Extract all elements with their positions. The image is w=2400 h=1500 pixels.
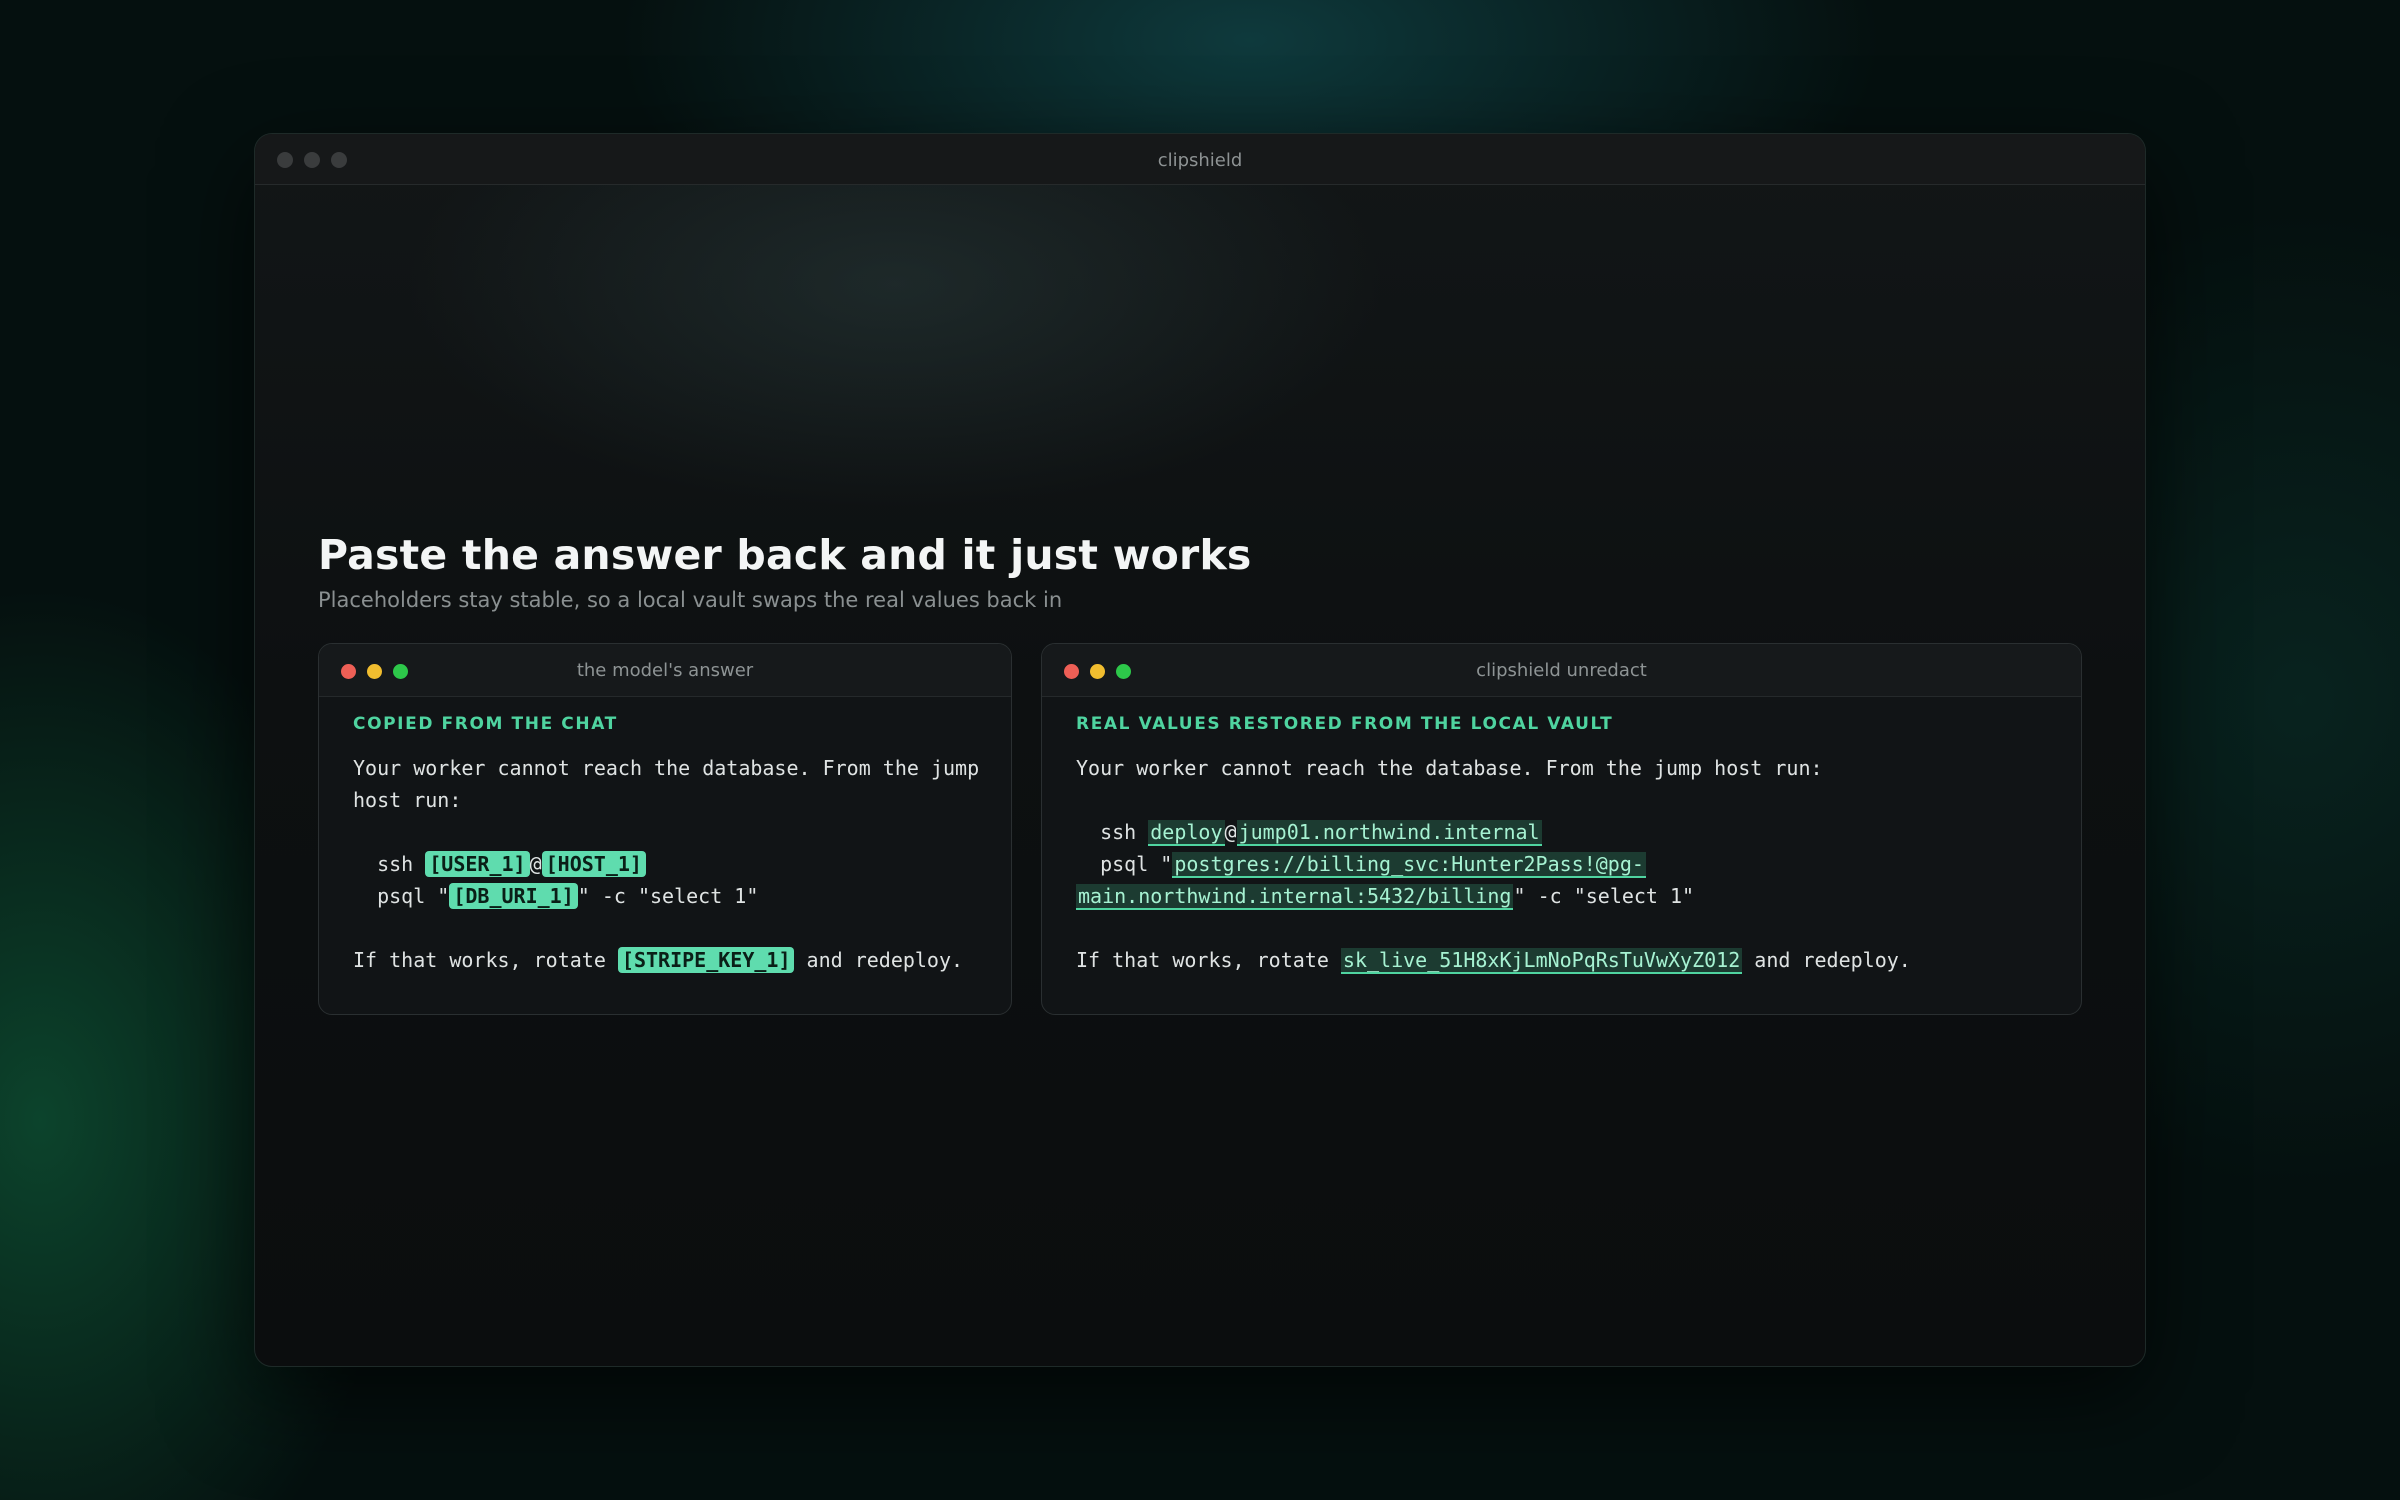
code-text: " -c "select 1" bbox=[577, 884, 759, 908]
section-label: COPIED FROM THE CHAT bbox=[353, 714, 618, 734]
psql-command-line: psql " postgres://billing_svc:Hunter2Pass… bbox=[1076, 848, 2051, 880]
placeholder-token-db-uri: [DB_URI_1] bbox=[449, 883, 578, 909]
psql-command-line-cont: main.northwind.internal:5432/billing " -c… bbox=[1076, 880, 2051, 912]
code-text: psql " bbox=[1076, 852, 1173, 876]
placeholder-token-user: [USER_1] bbox=[425, 851, 530, 877]
code-text: @ bbox=[529, 852, 542, 876]
unredact-title: clipshield unredact bbox=[1476, 660, 1647, 681]
code-text: ssh bbox=[353, 852, 426, 876]
code-text: If that works, rotate bbox=[353, 948, 618, 972]
code-text: and redeploy. bbox=[794, 948, 964, 972]
unredact-body[interactable]: REAL VALUES RESTORED FROM THE LOCAL VAUL… bbox=[1076, 712, 2051, 976]
placeholder-token-host: [HOST_1] bbox=[541, 851, 646, 877]
model-answer-panel: the model's answer COPIED FROM THE CHAT … bbox=[318, 643, 1012, 1015]
page-title: Paste the answer back and it just works bbox=[318, 531, 1252, 579]
restored-value-user: deploy bbox=[1148, 820, 1225, 846]
ssh-command-line: ssh [USER_1] @ [HOST_1] bbox=[353, 848, 981, 880]
model-answer-title: the model's answer bbox=[576, 660, 754, 681]
restored-value-host: jump01.northwind.internal bbox=[1236, 820, 1542, 846]
answer-line: host run: bbox=[353, 788, 462, 812]
unredact-panel: clipshield unredact REAL VALUES RESTORED… bbox=[1041, 643, 2082, 1015]
page-subtitle: Placeholders stay stable, so a local vau… bbox=[318, 588, 1063, 612]
code-text: and redeploy. bbox=[1742, 948, 1911, 972]
ssh-command-line: ssh deploy @ jump01.northwind.internal bbox=[1076, 816, 2051, 848]
rotate-line: If that works, rotate sk_live_51H8xKjLmN… bbox=[1076, 944, 2051, 976]
placeholder-token-stripe-key: [STRIPE_KEY_1] bbox=[617, 947, 795, 973]
unredact-titlebar: clipshield unredact bbox=[1042, 644, 2081, 697]
code-text: @ bbox=[1224, 820, 1237, 844]
model-answer-body[interactable]: COPIED FROM THE CHAT Your worker cannot … bbox=[353, 712, 981, 976]
rotate-line: If that works, rotate [STRIPE_KEY_1] and… bbox=[353, 944, 981, 976]
restored-value-db-uri: postgres://billing_svc:Hunter2Pass!@pg- bbox=[1172, 852, 1646, 878]
code-text: If that works, rotate bbox=[1076, 948, 1341, 972]
window-title: clipshield bbox=[1157, 150, 1243, 171]
code-text: psql " bbox=[353, 884, 450, 908]
psql-command-line: psql " [DB_URI_1] " -c "select 1" bbox=[353, 880, 981, 912]
section-label: REAL VALUES RESTORED FROM THE LOCAL VAUL… bbox=[1076, 714, 1614, 734]
window-titlebar: clipshield bbox=[255, 134, 2145, 185]
restored-value-stripe-key: sk_live_51H8xKjLmNoPqRsTuVwXyZ012 bbox=[1340, 948, 1743, 974]
answer-line: Your worker cannot reach the database. F… bbox=[353, 756, 980, 780]
code-text: ssh bbox=[1076, 820, 1149, 844]
model-answer-titlebar: the model's answer bbox=[319, 644, 1011, 697]
restored-value-db-uri: main.northwind.internal:5432/billing bbox=[1076, 884, 1514, 910]
answer-line: Your worker cannot reach the database. F… bbox=[1076, 756, 1823, 780]
code-text: " -c "select 1" bbox=[1513, 884, 1695, 908]
